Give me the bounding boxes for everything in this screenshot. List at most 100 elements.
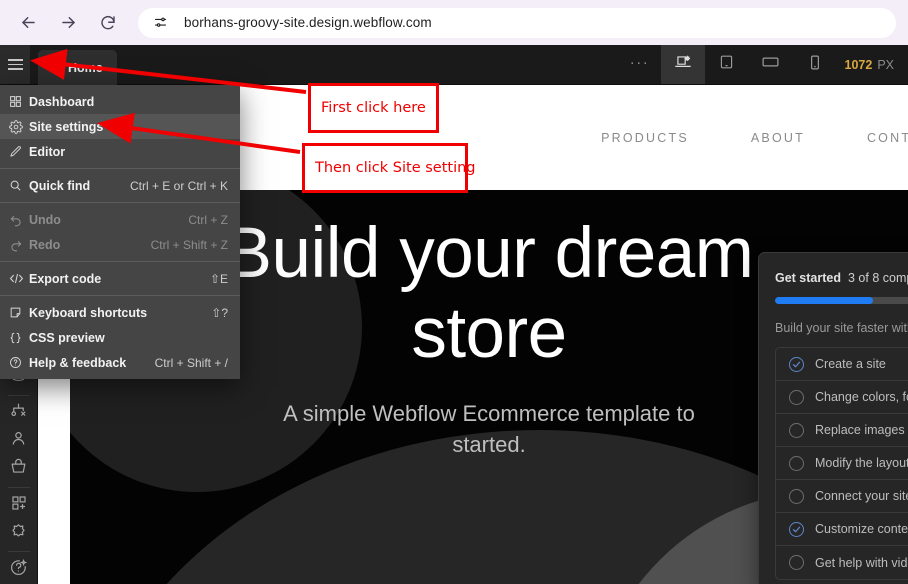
rail-item-ecommerce[interactable] [0,455,38,483]
viewport-width-display[interactable]: 1072 PX [837,45,908,84]
forward-button[interactable] [52,7,84,39]
rail-item-users[interactable] [0,427,38,455]
menu-item-keyboard-shortcuts[interactable]: Keyboard shortcuts ⇧? [0,300,240,325]
rail-item-help[interactable] [0,556,38,584]
hamburger-menu-button[interactable] [0,45,30,84]
checklist-item-label: Get help with vide [815,555,908,570]
nav-link-contact[interactable]: CONTAC [867,131,908,145]
menu-divider [0,202,240,203]
menu-item-label: Editor [29,144,66,159]
rail-item-logic[interactable] [0,400,38,428]
menu-item-shortcut: Ctrl + E or Ctrl + K [129,178,228,193]
checklist-item[interactable]: Create a site [776,348,908,381]
site-settings-tune-icon[interactable] [148,11,172,35]
desktop-star-icon [674,54,692,75]
mobile-landscape-breakpoint-button[interactable] [749,45,793,84]
back-button[interactable] [12,7,44,39]
annotation-first-click: First click here [308,83,439,133]
empty-circle-icon [789,488,804,504]
apps-grid-plus-icon [10,494,28,517]
rail-item-apps[interactable] [0,492,38,520]
question-circle-icon [9,356,29,369]
site-nav-links: PRODUCTS ABOUT CONTAC [601,131,908,145]
gear-icon [9,119,29,134]
menu-item-label: CSS preview [29,330,105,345]
checklist-item-label: Create a site [815,357,886,371]
hero-subtext: A simple Webflow Ecommerce template to s… [283,401,695,457]
menu-item-site-settings[interactable]: Site settings [0,114,240,139]
get-started-subtitle: Build your site faster with [775,321,908,335]
menu-item-label: Export code [29,271,102,286]
page-file-icon [48,60,61,76]
get-started-title: Get started [775,271,841,285]
desktop-breakpoint-button[interactable] [660,45,705,84]
menu-item-css-preview[interactable]: CSS preview [0,325,240,350]
reload-icon [99,14,117,32]
menu-item-label: Dashboard [29,94,95,109]
menu-item-shortcut: Ctrl + Z [188,212,228,227]
checklist-item-label: Replace images [815,423,905,437]
menu-item-redo[interactable]: Redo Ctrl + Shift + Z [0,232,240,257]
page-tab-label: Home [68,60,103,75]
empty-circle-icon [789,455,804,471]
more-options-button[interactable]: ··· [619,45,661,84]
rail-divider [7,394,30,396]
checklist-item[interactable]: Customize conten [776,513,908,546]
get-started-progress-text: 3 of 8 comp [848,271,908,285]
empty-circle-icon [789,422,804,438]
reload-button[interactable] [92,7,124,39]
hamburger-menu-icon [7,56,23,73]
menu-item-undo[interactable]: Undo Ctrl + Z [0,207,240,232]
menu-item-label: Keyboard shortcuts [29,305,148,320]
empty-circle-icon [789,555,804,570]
browser-toolbar: borhans-groovy-site.design.webflow.com [0,0,908,45]
menu-item-export-code[interactable]: Export code ⇧E [0,266,240,291]
curly-braces-icon [9,331,29,345]
checklist-item-label: Modify the layout [815,456,908,470]
check-circle-icon [789,356,804,372]
menu-divider [0,168,240,169]
checklist-item[interactable]: Replace images [776,414,908,447]
get-started-panel[interactable]: Get started 3 of 8 comp Build your site f… [758,252,908,584]
nav-link-products[interactable]: PRODUCTS [601,131,689,145]
menu-item-label: Quick find [29,178,91,193]
menu-item-dashboard[interactable]: Dashboard [0,89,240,114]
checklist-item[interactable]: Get help with vide [776,546,908,579]
empty-circle-icon [789,389,804,405]
checklist-item-label: Connect your site [815,489,908,503]
checklist-item[interactable]: Change colors, for [776,381,908,414]
nav-link-about[interactable]: ABOUT [751,131,805,145]
top-bar-spacer [117,45,619,84]
viewport-width-unit: PX [877,57,894,72]
search-icon [9,179,29,192]
mobile-portrait-breakpoint-button[interactable] [793,45,837,84]
rail-item-plugins[interactable] [0,520,38,548]
page-tab-home[interactable]: Home [38,50,117,85]
help-sparkle-icon [9,558,28,582]
tablet-breakpoint-button[interactable] [705,45,749,84]
menu-item-shortcut: Ctrl + Shift + / [154,355,228,370]
menu-item-editor[interactable]: Editor [0,139,240,164]
checklist-item[interactable]: Connect your site [776,480,908,513]
get-started-header: Get started 3 of 8 comp [759,253,908,285]
mobile-portrait-icon [809,54,821,76]
get-started-progress-fill [775,297,873,304]
address-bar[interactable]: borhans-groovy-site.design.webflow.com [138,7,896,38]
redo-arrow-icon [9,238,29,252]
code-brackets-icon [9,272,29,285]
checklist-item-label: Customize conten [815,522,908,536]
tablet-icon [719,54,734,75]
back-arrow-icon [19,13,38,32]
checklist-item[interactable]: Modify the layout [776,447,908,480]
mobile-landscape-icon [761,55,780,74]
menu-item-shortcut: ⇧E [209,271,228,286]
menu-item-shortcut: ⇧? [211,305,228,320]
menu-item-help-feedback[interactable]: Help & feedback Ctrl + Shift + / [0,350,240,375]
logic-flow-icon [9,401,28,425]
forward-arrow-icon [59,13,78,32]
main-dropdown-menu[interactable]: Dashboard Site settings Editor Quick fin… [0,85,240,379]
rail-divider [7,551,30,553]
hero-heading: Build your dream store [224,214,754,373]
menu-item-quick-find[interactable]: Quick find Ctrl + E or Ctrl + K [0,173,240,198]
users-person-icon [9,429,28,453]
